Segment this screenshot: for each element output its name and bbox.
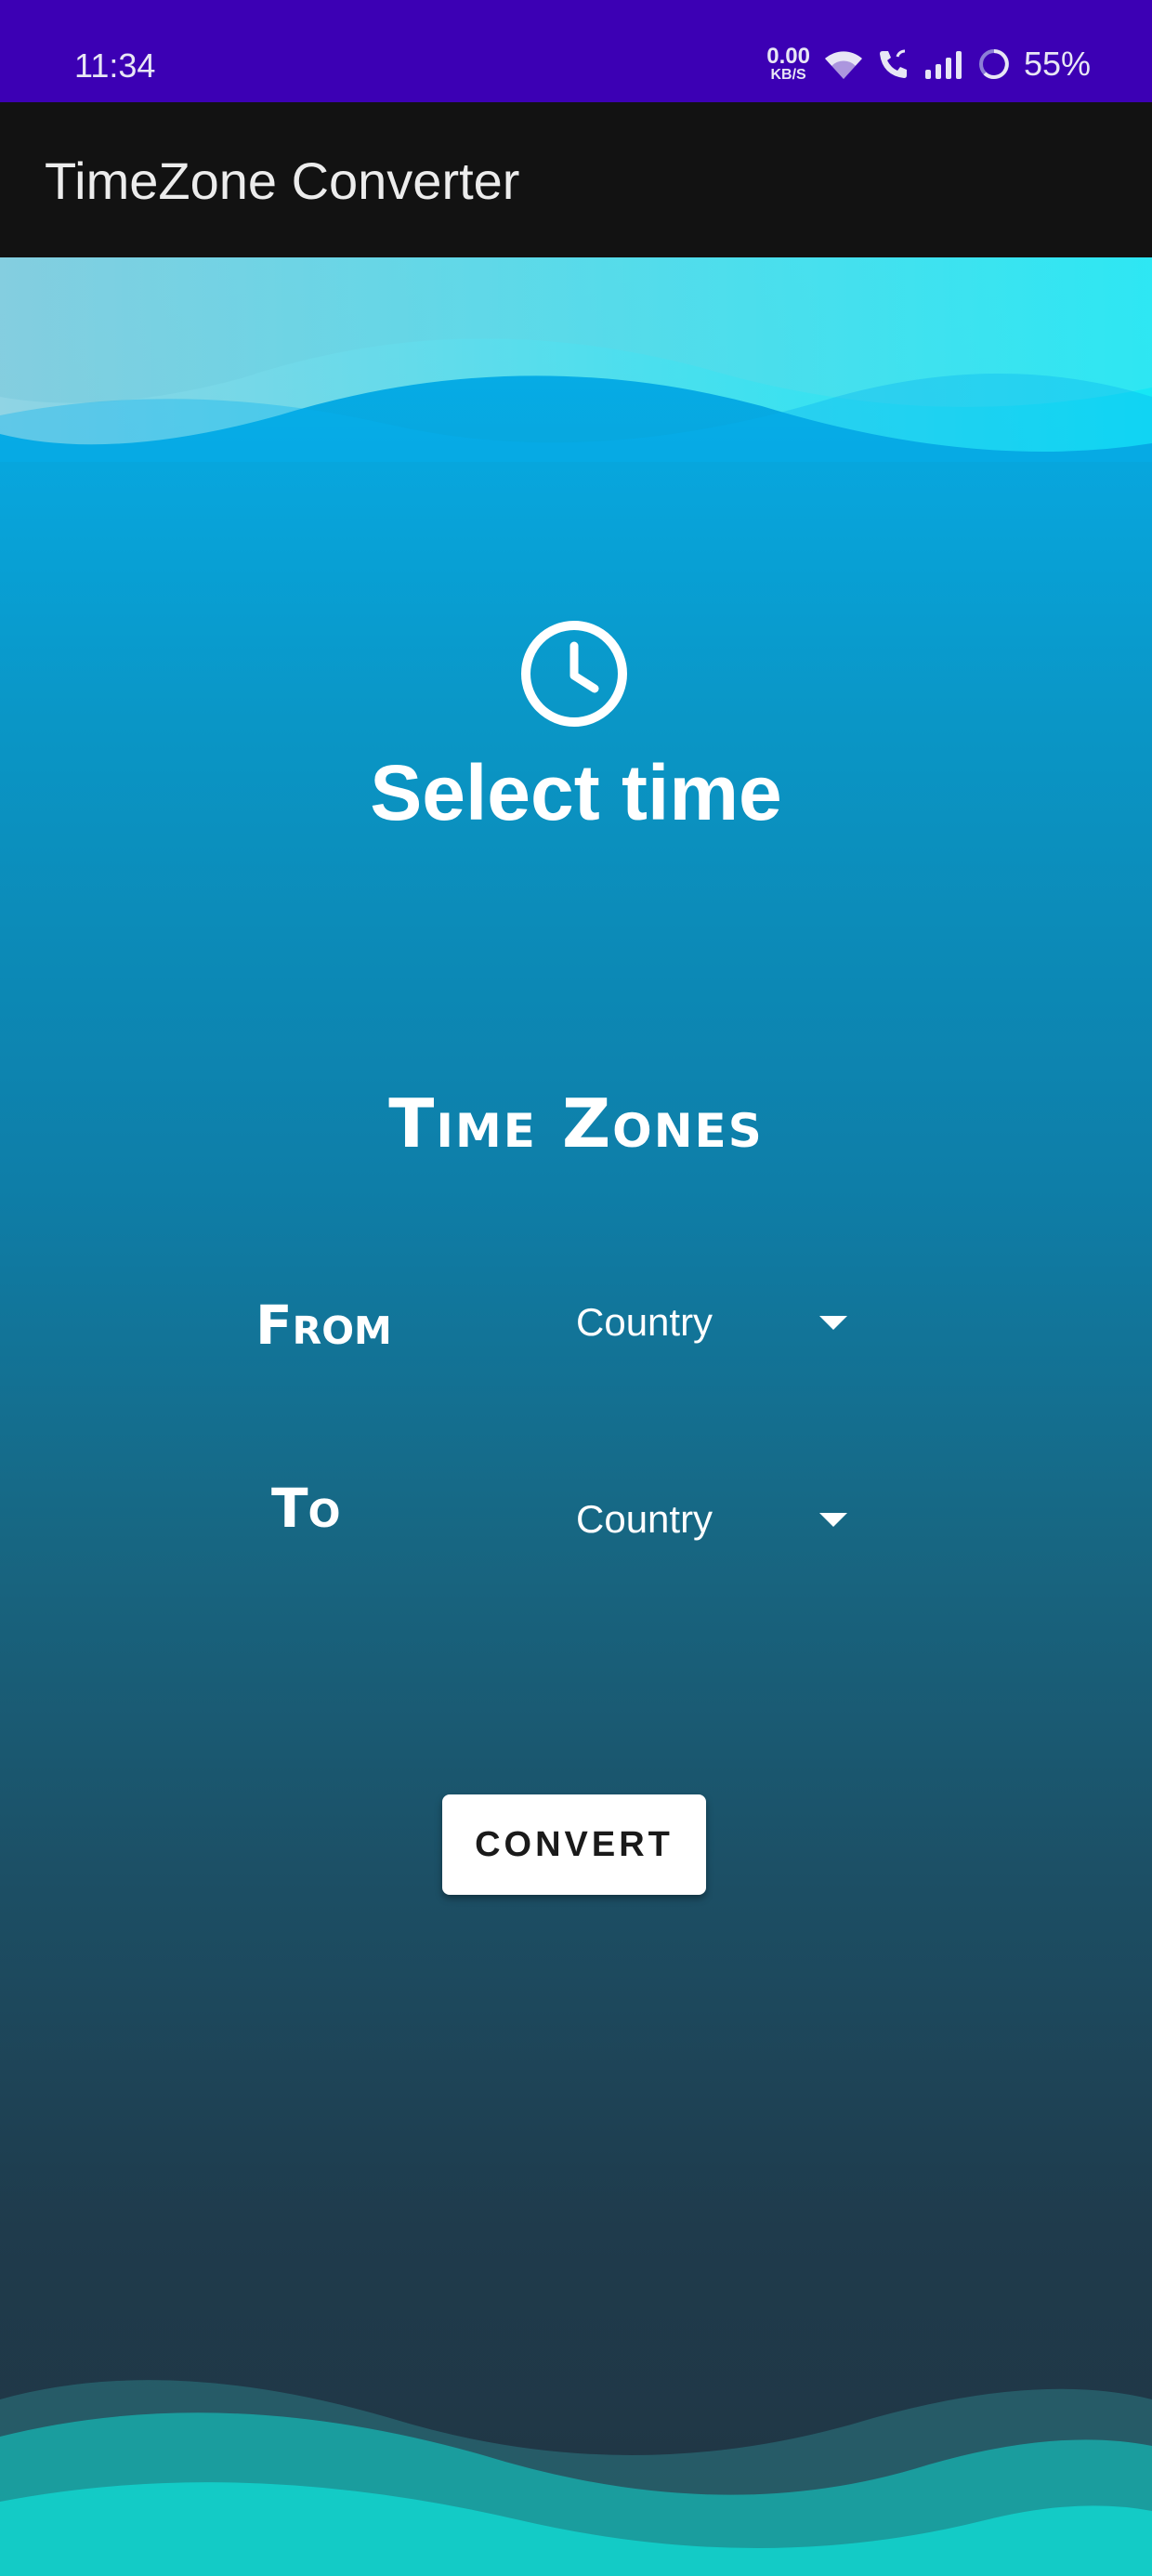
- status-icons: 0.00 KB/S 55%: [766, 45, 1091, 84]
- clock-icon: [521, 621, 627, 727]
- from-country-dropdown[interactable]: Country: [576, 1285, 873, 1360]
- bottom-wave-decoration: [0, 2380, 1152, 2576]
- select-time-button[interactable]: Select time: [0, 748, 1152, 838]
- chevron-down-icon: [819, 1512, 847, 1527]
- convert-button[interactable]: CONVERT: [442, 1794, 706, 1895]
- network-speed-unit: KB/S: [770, 67, 806, 83]
- from-label: From: [255, 1294, 392, 1357]
- network-speed: 0.00 KB/S: [766, 46, 810, 83]
- network-speed-value: 0.00: [766, 44, 810, 69]
- top-wave-decoration: [0, 257, 1152, 462]
- timezones-heading: Time Zones: [388, 1084, 764, 1163]
- to-label: To: [271, 1477, 341, 1540]
- main-content: Select time Time Zones From To: [0, 257, 1152, 2576]
- wifi-icon: [823, 47, 864, 81]
- signal-icon: [923, 49, 964, 79]
- to-country-value: Country: [576, 1497, 713, 1541]
- to-country-dropdown[interactable]: Country: [576, 1482, 873, 1557]
- status-time: 11:34: [74, 46, 156, 85]
- chevron-down-icon: [819, 1315, 847, 1330]
- app-screen: 11:34 0.00 KB/S 55% TimeZone Converter S…: [0, 0, 1152, 2576]
- wifi-call-icon: [877, 47, 910, 81]
- from-country-value: Country: [576, 1300, 713, 1344]
- status-bar: 11:34 0.00 KB/S 55%: [0, 0, 1152, 102]
- battery-icon: [977, 47, 1011, 81]
- battery-percent: 55%: [1023, 45, 1091, 83]
- app-title: TimeZone Converter: [45, 151, 520, 210]
- app-bar: TimeZone Converter: [0, 102, 1152, 257]
